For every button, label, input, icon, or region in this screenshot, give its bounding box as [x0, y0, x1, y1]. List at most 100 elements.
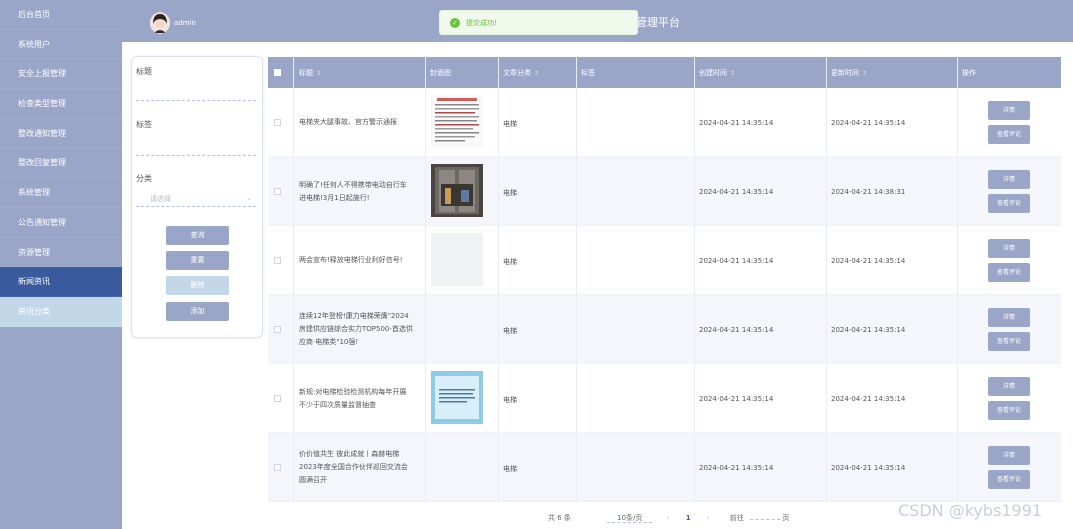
- header-actions: 操作: [962, 69, 976, 77]
- goto-page-input[interactable]: [750, 519, 781, 520]
- row-title: 连续12年登榜!康力电梯荣膺"2024房建供应链综合实力TOP500-首选供应商…: [299, 312, 413, 346]
- row-title: 新规:对电梯检验检测机构每年开展不少于四次质量监督抽查: [299, 388, 407, 409]
- toast-message: 提交成功!: [466, 19, 497, 27]
- category-filter-label: 分类: [136, 174, 152, 183]
- sidebar-item-rectify-notices[interactable]: 整改通知管理: [0, 119, 122, 149]
- header-created[interactable]: 创建时间 ⇕: [699, 68, 735, 78]
- cover-image: [431, 371, 483, 424]
- username[interactable]: admin: [174, 19, 196, 27]
- column-divider: [498, 57, 499, 502]
- detail-button[interactable]: 详情: [988, 170, 1030, 189]
- view-comments-button[interactable]: 查看评论: [988, 194, 1030, 213]
- row-title: 明确了!任何人不得携带电动自行车进电梯!3月1日起施行!: [299, 181, 407, 202]
- sidebar-item-system-users[interactable]: 系统用户: [0, 30, 122, 60]
- next-page-icon[interactable]: ›: [707, 514, 710, 522]
- row-created: 2024-04-21 14:35:14: [699, 257, 774, 265]
- row-title: 电梯夹大腿事故、官方警示通报: [299, 118, 397, 126]
- tag-filter-input[interactable]: [136, 142, 256, 156]
- sidebar-item-news-categories[interactable]: 资讯分类: [0, 296, 122, 327]
- row-updated: 2024-04-21 14:35:14: [831, 395, 906, 403]
- cover-image: [431, 233, 483, 286]
- row-updated: 2024-04-21 14:35:14: [831, 464, 906, 472]
- view-comments-button[interactable]: 查看评论: [988, 125, 1030, 144]
- delete-button[interactable]: 删除: [166, 276, 229, 295]
- query-button[interactable]: 查询: [166, 226, 229, 245]
- watermark: CSDN @kybs1991: [898, 501, 1043, 520]
- current-page[interactable]: 1: [686, 514, 691, 522]
- goto-label: 前往: [729, 514, 744, 522]
- category-placeholder: 请选择: [150, 195, 171, 203]
- row-created: 2024-04-21 14:35:14: [699, 326, 774, 334]
- page-unit-label: 页: [782, 514, 790, 522]
- row-category: 电梯: [503, 396, 517, 404]
- sidebar-item-inspection-types[interactable]: 检查类型管理: [0, 89, 122, 119]
- header-title[interactable]: 标题 ⇕: [299, 68, 321, 78]
- sidebar-item-home[interactable]: 后台首页: [0, 0, 122, 30]
- cover-image: [431, 164, 483, 217]
- row-title: 两会宣布!释放电梯行业利好信号!: [299, 256, 403, 264]
- column-divider: [425, 57, 426, 502]
- title-filter-input[interactable]: [136, 87, 256, 101]
- column-divider: [826, 57, 827, 502]
- view-comments-button[interactable]: 查看评论: [988, 332, 1030, 351]
- table-row: 连续12年登榜!康力电梯荣膺"2024房建供应链综合实力TOP500-首选供应商…: [268, 295, 1061, 364]
- row-checkbox[interactable]: [274, 257, 281, 264]
- row-checkbox[interactable]: [274, 119, 281, 126]
- row-checkbox[interactable]: [274, 326, 281, 333]
- column-divider: [293, 57, 294, 502]
- row-category: 电梯: [503, 327, 517, 335]
- detail-button[interactable]: 详情: [988, 308, 1030, 327]
- chevron-down-icon: ⌄: [246, 194, 252, 202]
- detail-button[interactable]: 详情: [988, 239, 1030, 258]
- detail-button[interactable]: 详情: [988, 101, 1030, 120]
- page-size-select[interactable]: 10条/页: [607, 514, 653, 523]
- detail-button[interactable]: 详情: [988, 446, 1030, 465]
- column-divider: [957, 57, 958, 502]
- total-count: 共 6 条: [548, 514, 571, 522]
- sidebar-item-news[interactable]: 新闻资讯: [0, 267, 122, 297]
- table-row: 明确了!任何人不得携带电动自行车进电梯!3月1日起施行! 电梯 2024-04-…: [268, 157, 1061, 226]
- table-header: 标题 ⇕ 封面图 文章分类 ⇕ 标签 创建时间 ⇕ 更新时间 ⇕ 操作: [268, 57, 1061, 88]
- table-row: 两会宣布!释放电梯行业利好信号! 电梯 2024-04-21 14:35:14 …: [268, 226, 1061, 295]
- sidebar: 后台首页 系统用户 安全上报管理 检查类型管理 整改通知管理 整改回复管理 系统…: [0, 0, 122, 529]
- sidebar-item-announcements[interactable]: 公告通知管理: [0, 208, 122, 238]
- select-all-checkbox[interactable]: [274, 69, 281, 76]
- table-row: 电梯夹大腿事故、官方警示通报 电梯 2024-04-21 14:35:14 20…: [268, 88, 1061, 157]
- row-checkbox[interactable]: [274, 464, 281, 471]
- row-created: 2024-04-21 14:35:14: [699, 119, 774, 127]
- row-title: 价价值共生 彼此成就丨森赫电梯2023年度全国合作伙伴巡回交流会圆满召开: [299, 450, 408, 484]
- row-updated: 2024-04-21 14:35:14: [831, 257, 906, 265]
- view-comments-button[interactable]: 查看评论: [988, 263, 1030, 282]
- check-circle-icon: ✓: [450, 18, 460, 28]
- avatar[interactable]: [150, 12, 170, 34]
- prev-page-icon[interactable]: ‹: [667, 514, 670, 522]
- row-updated: 2024-04-21 14:35:14: [831, 119, 906, 127]
- tag-filter-label: 标签: [136, 120, 152, 129]
- detail-button[interactable]: 详情: [988, 377, 1030, 396]
- category-select[interactable]: 请选择 ⌄: [136, 191, 256, 207]
- row-created: 2024-04-21 14:35:14: [699, 395, 774, 403]
- header-updated[interactable]: 更新时间 ⇕: [831, 68, 867, 78]
- pagination: 共 6 条 10条/页 ‹ 1 › 前往 页: [548, 513, 789, 523]
- row-category: 电梯: [503, 189, 517, 197]
- view-comments-button[interactable]: 查看评论: [988, 401, 1030, 420]
- row-updated: 2024-04-21 14:35:14: [831, 326, 906, 334]
- header-tags: 标签: [581, 69, 595, 77]
- sidebar-item-system[interactable]: 系统管理: [0, 178, 122, 208]
- row-checkbox[interactable]: [274, 395, 281, 402]
- column-divider: [694, 57, 695, 502]
- row-category: 电梯: [503, 120, 517, 128]
- row-updated: 2024-04-21 14:38:31: [831, 188, 906, 196]
- table-row: 价价值共生 彼此成就丨森赫电梯2023年度全国合作伙伴巡回交流会圆满召开 电梯 …: [268, 433, 1061, 502]
- sidebar-item-safety-reports[interactable]: 安全上报管理: [0, 59, 122, 90]
- page-title: 管理平台: [636, 16, 680, 29]
- add-button[interactable]: 添加: [166, 302, 229, 321]
- header-cover: 封面图: [430, 69, 451, 77]
- view-comments-button[interactable]: 查看评论: [988, 470, 1030, 489]
- header-category[interactable]: 文章分类 ⇕: [503, 68, 539, 78]
- sidebar-item-resources[interactable]: 资源管理: [0, 238, 122, 268]
- search-panel: 标题 标签 分类 请选择 ⌄ 查询 重置 删除 添加: [131, 56, 263, 338]
- reset-button[interactable]: 重置: [166, 251, 229, 270]
- row-checkbox[interactable]: [274, 188, 281, 195]
- sidebar-item-rectify-replies[interactable]: 整改回复管理: [0, 148, 122, 179]
